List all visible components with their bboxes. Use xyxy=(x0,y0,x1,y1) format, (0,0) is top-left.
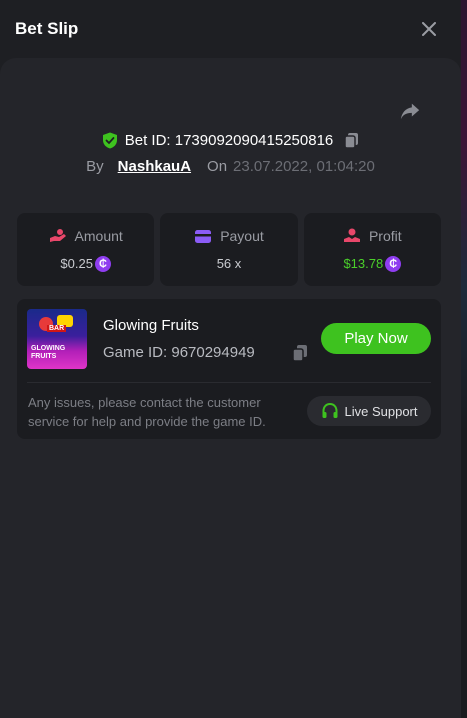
copy-icon[interactable] xyxy=(344,132,359,149)
wallet-icon xyxy=(195,229,212,243)
share-icon xyxy=(400,103,420,120)
bet-id-row: Bet ID: 1739092090415250816 xyxy=(0,132,461,149)
live-support-label: Live Support xyxy=(344,403,418,419)
share-button[interactable] xyxy=(399,100,421,122)
game-card: BAR GLOWING FRUITS Glowing Fruits Game I… xyxy=(17,299,441,439)
stat-amount: Amount $0.25 ₵ xyxy=(17,213,155,286)
play-now-button[interactable]: Play Now xyxy=(321,323,431,354)
divider xyxy=(27,382,431,383)
username-link[interactable]: NashkauA xyxy=(118,158,191,175)
game-thumbnail[interactable]: BAR GLOWING FRUITS xyxy=(27,309,87,369)
game-id: Game ID: 9670294949 xyxy=(103,344,255,361)
stat-profit: Profit $13.78 ₵ xyxy=(303,213,441,286)
coin-icon: ₵ xyxy=(94,255,111,272)
amount-label: Amount xyxy=(74,227,123,244)
support-note: Any issues, please contact the customer … xyxy=(28,395,266,429)
bet-datetime: 23.07.2022, 01:04:20 xyxy=(233,158,375,175)
profit-icon xyxy=(343,228,360,242)
coin-icon: ₵ xyxy=(385,255,402,272)
bet-id: Bet ID: 1739092090415250816 xyxy=(124,132,334,149)
copy-icon xyxy=(292,345,307,362)
headset-icon xyxy=(322,402,337,418)
on-label: On xyxy=(207,158,228,175)
bar-symbol: BAR xyxy=(47,325,67,332)
close-button[interactable] xyxy=(419,19,439,39)
copy-game-id-button[interactable] xyxy=(292,344,308,362)
profit-value: $13.78 xyxy=(343,256,384,271)
amount-value: $0.25 xyxy=(60,256,93,271)
bet-slip-content: Bet ID: 1739092090415250816 By NashkauA … xyxy=(0,58,461,718)
payout-label: Payout xyxy=(220,228,264,244)
live-support-button[interactable]: Live Support xyxy=(307,396,431,426)
modal-title: Bet Slip xyxy=(15,19,79,38)
by-label: By xyxy=(86,158,104,175)
bet-slip-modal: Bet Slip Bet ID: 1739092090415250816 By … xyxy=(0,0,461,718)
thumbnail-title: GLOWING FRUITS xyxy=(31,345,66,360)
game-name: Glowing Fruits xyxy=(103,317,199,334)
profit-label: Profit xyxy=(368,227,402,244)
modal-header: Bet Slip xyxy=(0,0,461,58)
shield-check-icon xyxy=(102,132,117,149)
stat-payout: Payout 56 x xyxy=(160,213,298,286)
bet-author-row: By NashkauA On 23.07.2022, 01:04:20 xyxy=(0,158,461,175)
close-icon xyxy=(422,22,436,36)
amount-icon xyxy=(49,228,66,242)
bet-stats: Amount $0.25 ₵ Payout 56 x Profit $13.78… xyxy=(17,213,441,286)
payout-value: 56 x xyxy=(216,256,242,271)
